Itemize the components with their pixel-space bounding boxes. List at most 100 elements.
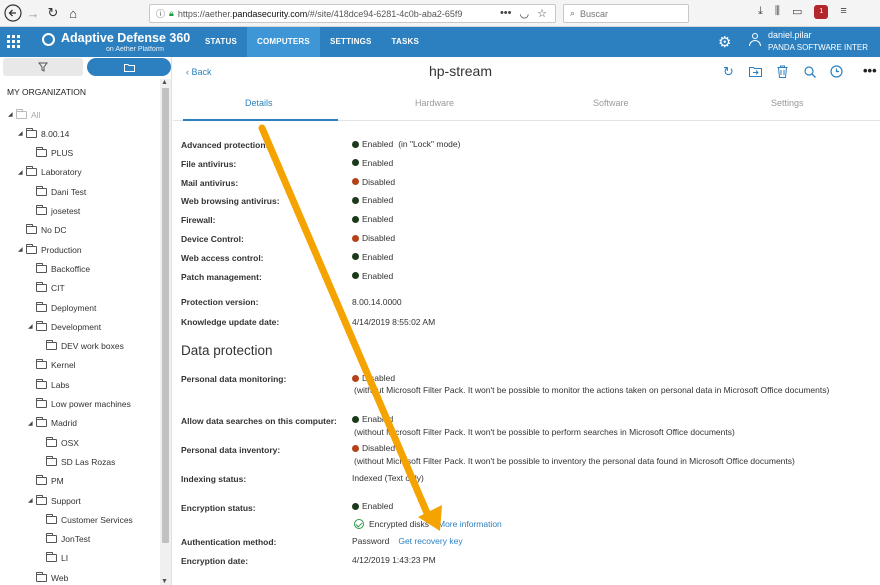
info-icon[interactable]: ⓘ xyxy=(156,7,165,20)
data-search-value: Enabled xyxy=(352,414,393,424)
status-dot xyxy=(352,196,359,204)
extension-badge-icon[interactable]: 1 xyxy=(814,5,829,19)
user-icon[interactable] xyxy=(749,33,761,47)
personal-data-inventory-value: Disabled xyxy=(352,443,395,453)
folder-icon xyxy=(36,417,47,428)
get-recovery-key-link[interactable]: Get recovery key xyxy=(398,536,462,546)
schedule-clock-icon[interactable] xyxy=(829,64,844,79)
tree-item-label: 8.00.14 xyxy=(41,128,70,139)
tab-settings[interactable]: Settings xyxy=(771,98,804,108)
folder-icon xyxy=(36,475,47,486)
nav-status[interactable]: STATUS xyxy=(195,27,247,57)
tree-item[interactable]: DEV work boxes xyxy=(46,337,124,356)
tree-item[interactable]: Dani Test xyxy=(36,182,86,201)
folder-tab[interactable] xyxy=(87,58,171,76)
browser-search-input[interactable]: ⌕ Buscar xyxy=(563,4,689,23)
tree-item[interactable]: ◢ Support xyxy=(28,491,81,510)
tree-item[interactable]: ◢ Development xyxy=(28,317,101,336)
tree-item[interactable]: PLUS xyxy=(36,144,73,163)
encrypted-disks-row: Encrypted disks More information xyxy=(354,519,502,529)
back-arrow-icon[interactable] xyxy=(3,3,23,23)
sidebar-toggle-icon[interactable]: ▭ xyxy=(792,5,802,19)
tree-item[interactable]: CIT xyxy=(36,279,65,298)
tree-item[interactable]: Customer Services xyxy=(46,510,133,529)
tree-item[interactable]: Web xyxy=(36,568,68,585)
status-text: Enabled xyxy=(362,157,394,168)
protection-version-label: Protection version: xyxy=(181,297,259,307)
tree-item[interactable]: Deployment xyxy=(36,298,96,317)
tree-item[interactable]: josetest xyxy=(36,202,80,221)
tree-item-label: Laboratory xyxy=(41,167,82,178)
filter-icon xyxy=(38,62,48,72)
folder-icon xyxy=(36,262,47,273)
search-icon[interactable] xyxy=(802,64,817,79)
tree-item[interactable]: OSX xyxy=(46,433,79,452)
expand-caret-icon[interactable]: ◢ xyxy=(28,420,36,427)
pocket-icon[interactable]: ◡ xyxy=(520,7,530,20)
scroll-up-icon[interactable]: ▲ xyxy=(161,79,168,86)
forward-arrow-icon[interactable]: → xyxy=(23,3,43,23)
status-dot xyxy=(352,502,359,510)
user-organization: PANDA SOFTWARE INTER xyxy=(768,43,869,52)
folder-icon xyxy=(46,436,57,447)
tree-item[interactable]: ◢ Production xyxy=(18,240,82,259)
status-dot xyxy=(352,253,359,261)
tree-item[interactable]: LI xyxy=(46,549,68,568)
folder-icon xyxy=(26,166,37,177)
tree-item[interactable]: Kernel xyxy=(36,356,76,375)
app-header: Adaptive Defense 360 on Aether Platform … xyxy=(0,27,880,57)
tree-item[interactable]: Labs xyxy=(36,375,69,394)
device-title: hp-stream xyxy=(428,63,493,79)
gear-icon[interactable]: ⚙ xyxy=(718,33,731,51)
tree-item[interactable]: PM xyxy=(36,472,64,491)
reload-icon[interactable]: ↻ xyxy=(43,3,63,23)
home-icon[interactable]: ⌂ xyxy=(63,3,83,23)
tree-item-label: Backoffice xyxy=(51,263,91,274)
scroll-down-icon[interactable]: ▼ xyxy=(161,578,168,585)
tab-software[interactable]: Software xyxy=(593,98,629,108)
user-name[interactable]: daniel.pilar xyxy=(768,30,812,40)
tree-item-label: OSX xyxy=(61,437,79,448)
expand-caret-icon[interactable]: ◢ xyxy=(18,246,26,253)
tab-details[interactable]: Details xyxy=(245,98,273,108)
expand-caret-icon[interactable]: ◢ xyxy=(28,497,36,504)
app-grid-icon[interactable] xyxy=(7,35,20,48)
tree-item[interactable]: ◢ All xyxy=(8,105,40,124)
tab-hardware[interactable]: Hardware xyxy=(415,98,454,108)
tree-item[interactable]: Low power machines xyxy=(36,395,131,414)
expand-caret-icon[interactable]: ◢ xyxy=(8,111,16,118)
nav-computers[interactable]: COMPUTERS xyxy=(247,27,320,57)
library-icon[interactable]: ⫼ xyxy=(775,5,780,19)
menu-icon[interactable]: ≡ xyxy=(840,5,846,19)
sidebar-scrollbar[interactable]: ▲ ▼ xyxy=(160,79,171,585)
tree-item[interactable]: SD Las Rozas xyxy=(46,452,115,471)
status-text: Enabled xyxy=(362,214,394,225)
personal-data-inventory-label: Personal data inventory: xyxy=(181,445,281,455)
move-to-folder-icon[interactable] xyxy=(748,64,763,79)
tree-item[interactable]: ◢ 8.00.14 xyxy=(18,124,69,143)
url-prefix: https://aether. xyxy=(177,8,233,19)
expand-caret-icon[interactable]: ◢ xyxy=(28,323,36,330)
nav-settings[interactable]: SETTINGS xyxy=(320,27,382,57)
bookmark-star-icon[interactable]: ☆ xyxy=(537,7,547,20)
refresh-icon[interactable]: ↻ xyxy=(721,64,736,79)
download-icon[interactable]: ⤓ xyxy=(758,5,763,19)
page-actions-icon[interactable]: ••• xyxy=(500,7,512,20)
expand-caret-icon[interactable]: ◢ xyxy=(18,169,26,176)
filter-tab[interactable] xyxy=(3,58,83,76)
url-bar[interactable]: ⓘ 🔒︎ https://aether. pandasecurity.com/#/… xyxy=(149,4,556,23)
more-information-link[interactable]: More information xyxy=(438,519,502,529)
tree-item[interactable]: ◢ Laboratory xyxy=(18,163,82,182)
folder-icon xyxy=(36,205,47,215)
tree-item[interactable]: ◢ Madrid xyxy=(28,414,77,433)
more-options-icon[interactable]: ••• xyxy=(863,63,877,78)
tree-item[interactable]: Backoffice xyxy=(36,259,90,278)
expand-caret-icon[interactable]: ◢ xyxy=(18,130,26,137)
tree-item[interactable]: JonTest xyxy=(46,530,90,549)
scroll-thumb[interactable] xyxy=(162,88,169,543)
delete-icon[interactable] xyxy=(775,64,790,79)
protection-row-label: Device Control: xyxy=(181,234,244,244)
encryption-date-value: 4/12/2019 1:43:23 PM xyxy=(352,555,436,565)
tree-item[interactable]: No DC xyxy=(26,221,67,240)
nav-tasks[interactable]: TASKS xyxy=(382,27,430,57)
